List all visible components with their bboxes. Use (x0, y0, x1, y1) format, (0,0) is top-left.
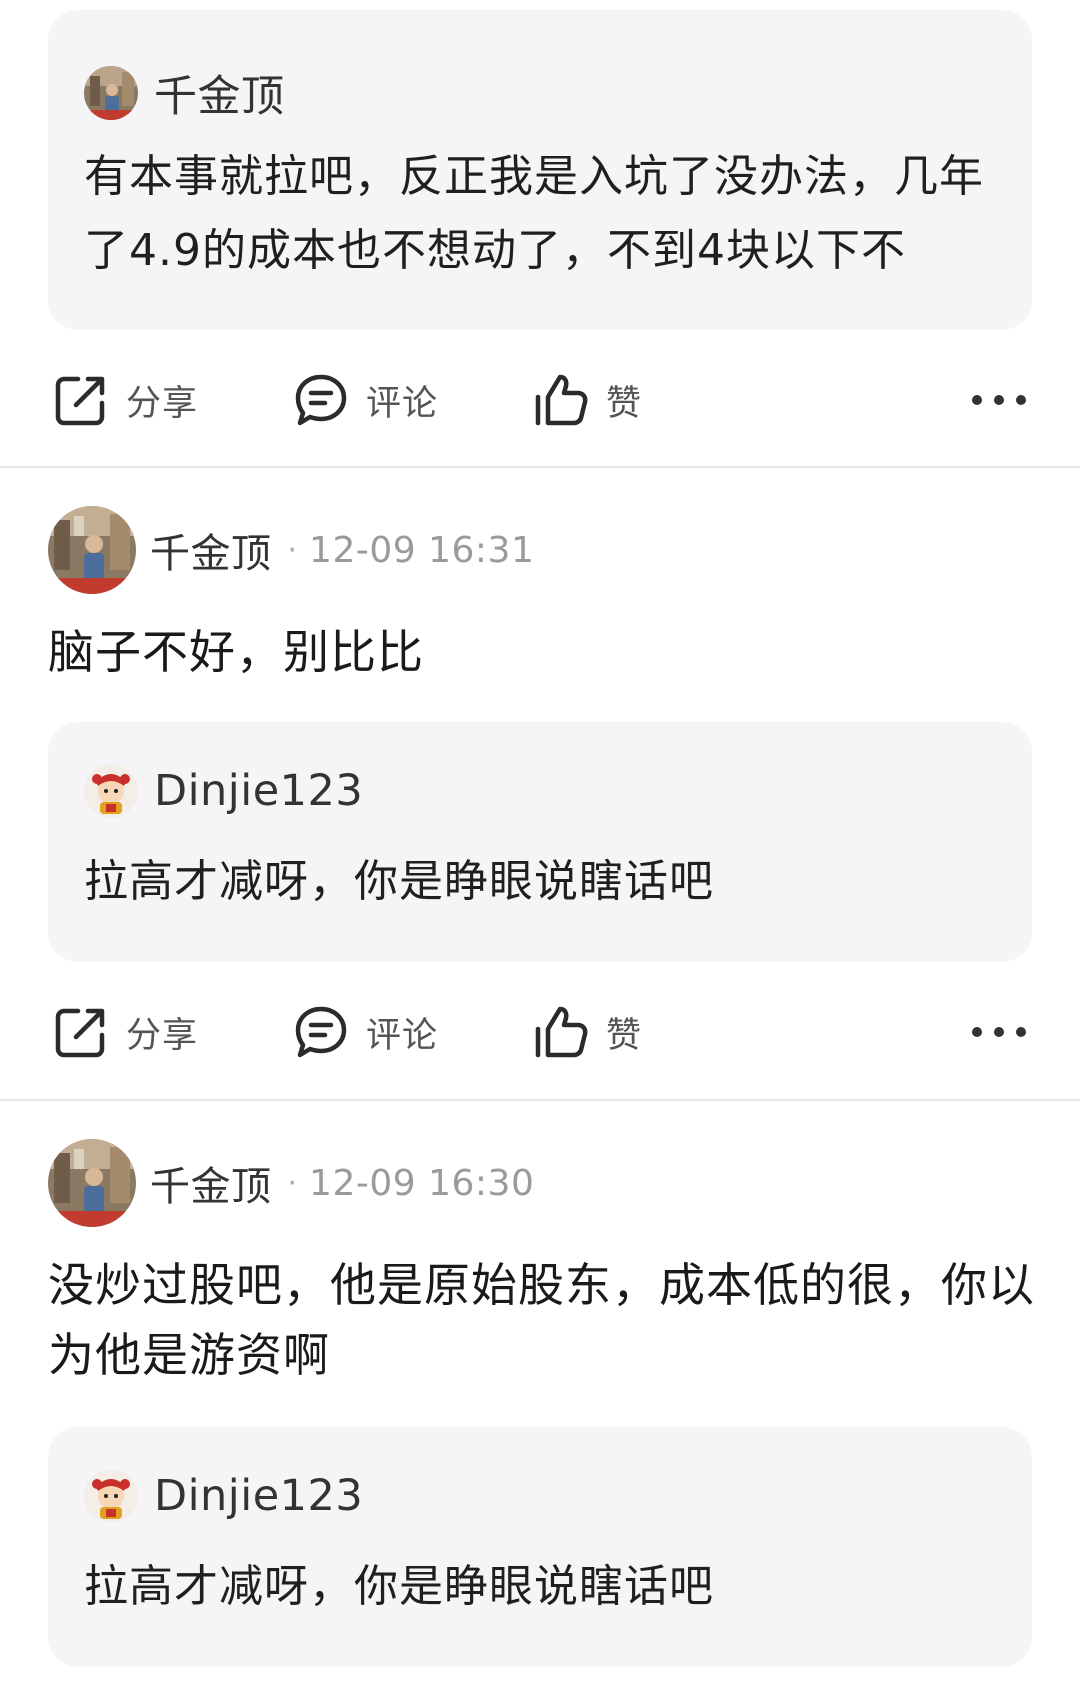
comment-icon (295, 374, 347, 426)
quoted-user[interactable]: 千金顶 (84, 62, 285, 124)
avatar-photo-icon (84, 66, 138, 120)
comment-label: 评论 (366, 1015, 439, 1056)
more-button[interactable] (972, 384, 1026, 416)
share-button[interactable]: 分享 (54, 992, 198, 1072)
post-time: 12-09 16:30 (309, 1162, 535, 1204)
comment-feed: 千金顶 有本事就拉吧，反正我是入坑了没办法，几年了4.9的成本也不想动了，不到4… (0, 0, 1080, 1683)
like-button[interactable]: 赞 (534, 992, 642, 1072)
share-label: 分享 (126, 1015, 199, 1056)
like-label: 赞 (606, 1015, 643, 1056)
more-icon (1016, 1027, 1026, 1037)
more-icon (994, 1027, 1004, 1037)
quoted-user-name[interactable]: Dinjie123 (154, 766, 363, 816)
avatar[interactable] (48, 506, 136, 594)
separator-dot: · (287, 1165, 298, 1201)
share-icon (55, 1008, 105, 1058)
more-icon (1016, 395, 1026, 405)
divider (0, 466, 1080, 468)
action-bar: 分享 评论 赞 (0, 360, 1080, 440)
avatar[interactable] (84, 66, 138, 120)
more-icon (972, 1027, 982, 1037)
quoted-comment-text: 有本事就拉吧，反正我是入坑了没办法，几年了4.9的成本也不想动了，不到4块以下不 (84, 151, 984, 276)
avatar-mascot-icon (84, 1469, 138, 1523)
like-label: 赞 (606, 383, 643, 424)
share-button[interactable]: 分享 (54, 360, 198, 440)
quoted-user-name[interactable]: 千金顶 (154, 62, 285, 124)
post-header: 千金顶 · 12-09 16:31 (48, 506, 534, 594)
avatar[interactable] (48, 1139, 136, 1227)
avatar-photo-icon (48, 506, 136, 594)
post-text: 没炒过股吧，他是原始股东，成本低的很，你以为他是游资啊 (48, 1258, 1035, 1382)
post-text: 脑子不好，别比比 (48, 625, 424, 679)
quoted-comment-text: 拉高才减呀，你是睁眼说瞎话吧 (84, 856, 714, 907)
more-icon (972, 395, 982, 405)
quoted-user[interactable]: Dinjie123 (84, 764, 363, 818)
like-icon (535, 1006, 588, 1058)
post-header: 千金顶 · 12-09 16:30 (48, 1139, 534, 1227)
quoted-comment[interactable]: 千金顶 有本事就拉吧，反正我是入坑了没办法，几年了4.9的成本也不想动了，不到4… (48, 10, 1032, 330)
quoted-user-name[interactable]: Dinjie123 (154, 1471, 363, 1521)
separator-dot: · (287, 532, 298, 568)
post-user-name[interactable]: 千金顶 (150, 1154, 272, 1212)
comment-icon (295, 1006, 347, 1058)
comment-button[interactable]: 评论 (294, 360, 438, 440)
quoted-user[interactable]: Dinjie123 (84, 1469, 363, 1523)
share-label: 分享 (126, 383, 199, 424)
action-bar: 分享 评论 赞 (0, 992, 1080, 1072)
quoted-comment[interactable]: Dinjie123 拉高才减呀，你是睁眼说瞎话吧 (48, 722, 1032, 962)
quoted-comment-text: 拉高才减呀，你是睁眼说瞎话吧 (84, 1561, 714, 1612)
avatar-mascot-icon (84, 764, 138, 818)
share-icon (55, 376, 105, 426)
post-time: 12-09 16:31 (309, 529, 535, 571)
avatar[interactable] (84, 764, 138, 818)
comment-label: 评论 (366, 383, 439, 424)
like-button[interactable]: 赞 (534, 360, 642, 440)
comment-button[interactable]: 评论 (294, 992, 438, 1072)
quoted-comment[interactable]: Dinjie123 拉高才减呀，你是睁眼说瞎话吧 (48, 1427, 1032, 1667)
divider (0, 1099, 1080, 1101)
like-icon (535, 374, 588, 426)
more-icon (994, 395, 1004, 405)
more-button[interactable] (972, 1016, 1026, 1048)
avatar-photo-icon (48, 1139, 136, 1227)
post-user-name[interactable]: 千金顶 (150, 521, 272, 579)
avatar[interactable] (84, 1469, 138, 1523)
